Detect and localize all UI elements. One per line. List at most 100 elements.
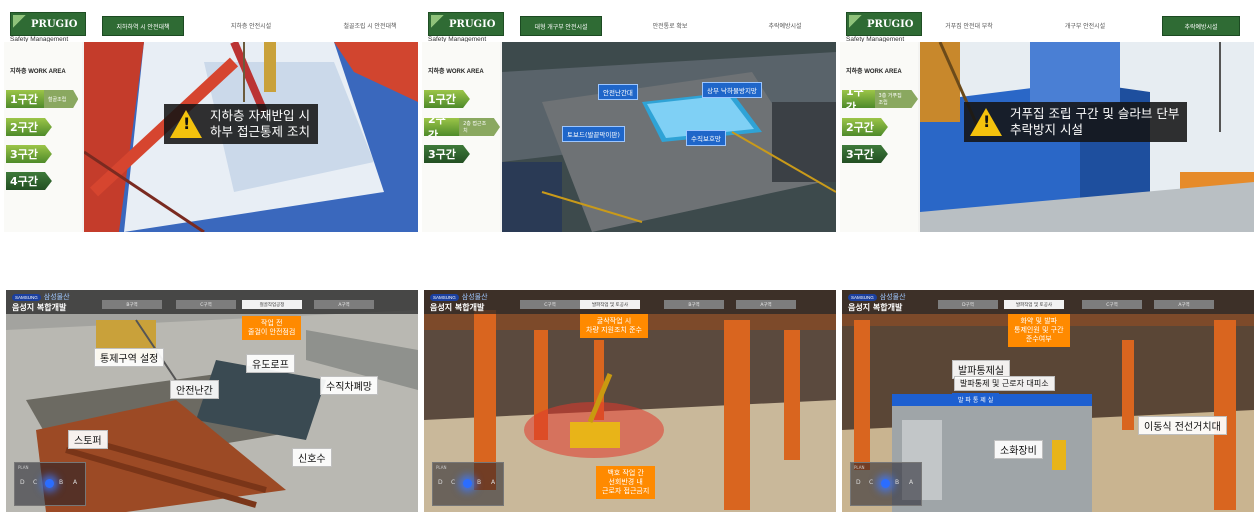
nav-key-c[interactable]: C [33,479,37,486]
tab-1[interactable]: 지하하역 시 안전대책 [102,16,184,36]
zone-1[interactable]: 1구간 3층 거푸집 조립 [842,90,918,108]
tab-2[interactable]: 지하층 안전시설 [206,16,296,34]
top-navigation: PRUGIO Safety Management 대형 개구부 안전시설 안전통… [422,6,836,43]
nav-key-a[interactable]: A [909,479,913,486]
nav-key-b[interactable]: B [477,479,481,486]
tab-3[interactable]: 철골작업공정 [242,300,302,309]
label-fire-equipment: 소화장비 [994,440,1043,459]
project-title: 음성지 복합개발 [848,303,903,312]
prugio-logo[interactable]: PRUGIO [428,12,504,36]
nav-key-b[interactable]: B [895,479,899,486]
scene-3d: ! 지하층 자재반입 시 하부 접근통제 조치 [83,40,418,232]
samsung-panel-2: SAMSUNG 삼성물산 음성지 복합개발 발파작업 및 토공사 C구역 B구역 … [424,290,836,512]
label-control-zone: 통제구역 설정 [94,348,165,367]
tab-4[interactable]: A구역 [314,300,374,309]
zone-3[interactable]: 3구간 [424,145,470,163]
scene-3d: 안전난간대 상부 낙하물방지망 토보드(발끝막이판) 수직보호망 [502,42,836,232]
nav-key-b[interactable]: B [59,479,63,486]
plan-navigator[interactable]: PLAN D C B A [432,462,504,506]
zone-3[interactable]: 3구간 [6,145,52,163]
prugio-panel-3: PRUGIO Safety Management 거푸집 안전대 부착 개구부 … [840,6,1254,232]
callout-safety-railing: 안전난간대 [598,84,638,100]
nav-key-c[interactable]: C [451,479,455,486]
nav-key-d[interactable]: D [20,479,25,486]
label-evacuation-shelter: 발파통제 및 근로자 대피소 [954,376,1055,391]
location-marker-icon [881,479,890,488]
leaf-icon [431,15,445,33]
warning-icon: ! [170,110,202,138]
zone-1[interactable]: 1구간 [424,90,470,108]
tab-4[interactable]: A구역 [1154,300,1214,309]
work-area-title: 지하층 WORK AREA [846,69,902,75]
tab-1[interactable]: 거푸집 안전대 부착 [932,16,1006,34]
nav-key-d[interactable]: D [438,479,443,486]
tab-1[interactable]: B구역 [102,300,162,309]
scene-slab-illustration [502,42,836,232]
callout-toe-board: 토보드(발끝막이판) [562,126,625,142]
zone-4[interactable]: 4구간 [6,172,52,190]
top-navigation: PRUGIO Safety Management 지하하역 시 안전대책 지하층… [4,6,418,43]
zone-2[interactable]: 2구간 [842,118,888,136]
label-vertical-screen: 수직차폐망 [320,376,378,395]
tab-2[interactable]: C구역 [520,300,580,309]
callout-vertical-net: 수직보호망 [686,130,726,146]
sidebar: 지하층 WORK AREA 1구간 2구간 2층 접근조치 3구간 [422,42,500,232]
zone-2[interactable]: 2구간 2층 접근조치 [424,118,500,136]
leaf-icon [13,15,27,33]
plan-navigator[interactable]: PLAN D C B A [850,462,922,506]
label-stopper: 스토퍼 [68,430,108,449]
leaf-icon [849,15,863,33]
app-header: SAMSUNG 삼성물산 음성지 복합개발 발파작업 및 토공사 C구역 B구역 … [424,290,836,314]
samsung-logo: SAMSUNG 삼성물산 [848,292,906,302]
location-marker-icon [45,479,54,488]
sidebar: 지하층 WORK AREA 1구간 철골조립 2구간 3구간 4구간 [4,42,82,232]
app-header: SAMSUNG 삼성물산 음성지 복합개발 D구역 발파작업 및 토공사 C구역 … [842,290,1254,314]
warning-banner: ! 지하층 자재반입 시 하부 접근통제 조치 [164,104,318,144]
zone-3[interactable]: 3구간 [842,145,888,163]
label-mobile-cable-rack: 이동식 전선거치대 [1138,416,1227,435]
top-navigation: PRUGIO Safety Management 거푸집 안전대 부착 개구부 … [840,6,1254,43]
nav-key-a[interactable]: A [73,479,77,486]
label-signal-person: 신호수 [292,448,332,467]
samsung-panel-1: SAMSUNG 삼성물산 음성지 복합개발 B구역 C구역 철골작업공정 A구역 … [6,290,418,512]
tab-2[interactable]: C구역 [176,300,236,309]
tab-1[interactable]: 대형 개구부 안전시설 [520,16,602,36]
check-instruction: 작업 전 줄걸이 안전점검 [242,316,302,340]
tab-3[interactable]: 추락예방시설 [1162,16,1240,36]
label-guide-rope: 유도로프 [246,354,295,373]
tab-2[interactable]: 개구부 안전시설 [1052,16,1118,34]
plan-navigator[interactable]: PLAN D C B A [14,462,86,506]
tab-2[interactable]: 안전통로 확보 [632,16,708,34]
tab-3[interactable]: 추락예방시설 [742,16,828,34]
zone-2[interactable]: 2구간 [6,118,52,136]
app-header: SAMSUNG 삼성물산 음성지 복합개발 B구역 C구역 철골작업공정 A구역 [6,290,418,314]
work-area-title: 지하층 WORK AREA [428,69,484,75]
warning-banner: ! 거푸집 조립 구간 및 슬라브 단부 추락방지 시설 [964,102,1188,142]
nav-key-a[interactable]: A [491,479,495,486]
samsung-panel-3: SAMSUNG 삼성물산 음성지 복합개발 D구역 발파작업 및 토공사 C구역 … [842,290,1254,512]
tab-3[interactable]: 철골조립 시 안전대책 [322,16,418,34]
project-title: 음성지 복합개발 [430,303,485,312]
sidebar: 지하층 WORK AREA 1구간 3층 거푸집 조립 2구간 3구간 [840,42,918,232]
samsung-logo: SAMSUNG 삼성물산 [430,292,488,302]
blasting-instruction: 화약 및 발파 통제인원 및 구간 준수여부 [1008,314,1070,347]
tab-1[interactable]: D구역 [938,300,998,309]
tab-3[interactable]: B구역 [664,300,724,309]
container-sign: 발 파 통 제 실 [952,393,1000,406]
tab-1[interactable]: 발파작업 및 토공사 [580,300,640,309]
callout-falling-object-net: 상부 낙하물방지망 [702,82,762,98]
zone-1[interactable]: 1구간 철골조립 [6,90,79,108]
tab-2[interactable]: 발파작업 및 토공사 [1004,300,1064,309]
nav-key-c[interactable]: C [869,479,873,486]
tab-3[interactable]: C구역 [1082,300,1142,309]
scene-3d: ! 거푸집 조립 구간 및 슬라브 단부 추락방지 시설 [920,41,1254,232]
location-marker-icon [463,479,472,488]
tab-4[interactable]: A구역 [736,300,796,309]
prugio-logo[interactable]: PRUGIO [10,12,86,36]
excavation-instruction: 굴삭작업 시 차량 지원조치 준수 [580,314,648,338]
work-area-title: 지하층 WORK AREA [10,69,66,75]
prugio-logo[interactable]: PRUGIO [846,12,922,36]
nav-key-d[interactable]: D [856,479,861,486]
warning-icon: ! [970,108,1002,136]
project-title: 음성지 복합개발 [12,303,67,312]
